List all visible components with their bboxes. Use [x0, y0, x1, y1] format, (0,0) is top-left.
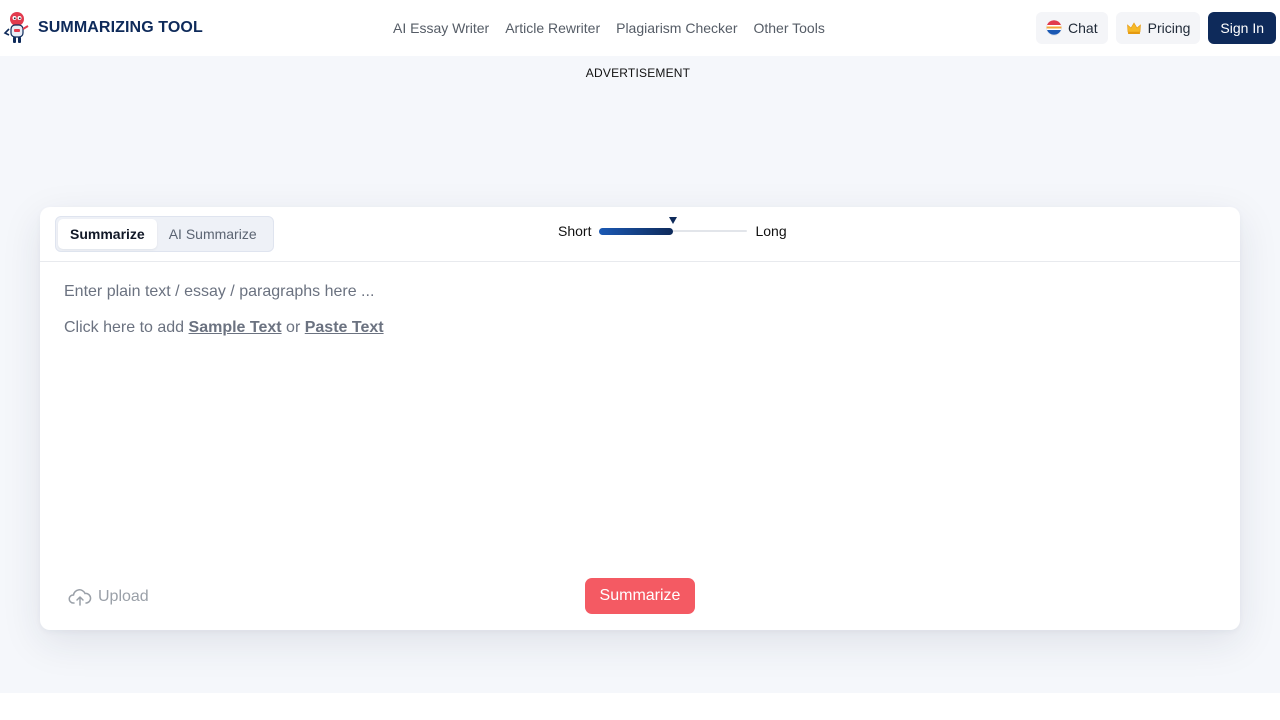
summarizer-card: Summarize AI Summarize Short Long Enter … — [40, 207, 1240, 630]
nav-other-tools[interactable]: Other Tools — [753, 16, 824, 40]
sample-prompt-prefix: Click here to add — [64, 319, 185, 336]
text-editor[interactable]: Enter plain text / essay / paragraphs he… — [64, 283, 1214, 337]
nav-plagiarism-checker[interactable]: Plagiarism Checker — [616, 16, 737, 40]
summary-length-control: Short Long — [558, 217, 787, 243]
signin-button[interactable]: Sign In — [1208, 12, 1276, 44]
editor-placeholder: Enter plain text / essay / paragraphs he… — [64, 283, 375, 300]
brand-logo[interactable]: SUMMARIZING TOOL — [2, 10, 203, 46]
footer-band — [0, 693, 1280, 720]
nav-ai-essay-writer[interactable]: AI Essay Writer — [393, 16, 489, 40]
logo-mascot-icon — [3, 12, 29, 43]
slider-fill — [599, 228, 674, 235]
length-short-label: Short — [558, 223, 592, 239]
length-slider[interactable] — [599, 217, 748, 241]
advertisement-label: ADVERTISEMENT — [585, 66, 691, 80]
top-header: SUMMARIZING TOOL AI Essay Writer Article… — [0, 0, 1280, 56]
chat-flag-icon — [1046, 20, 1062, 36]
slider-thumb[interactable] — [669, 217, 678, 224]
paste-text-link[interactable]: Paste Text — [305, 319, 384, 336]
sample-text-link[interactable]: Sample Text — [189, 319, 282, 336]
pricing-button[interactable]: Pricing — [1115, 12, 1201, 44]
main-nav: AI Essay Writer Article Rewriter Plagiar… — [393, 0, 825, 56]
summarize-button[interactable]: Summarize — [585, 578, 695, 614]
card-toolbar: Summarize AI Summarize Short Long — [40, 207, 1240, 262]
mode-tabs: Summarize AI Summarize — [55, 216, 274, 252]
upload-label: Upload — [98, 588, 149, 605]
pricing-label: Pricing — [1147, 20, 1191, 36]
tab-ai-summarize[interactable]: AI Summarize — [157, 219, 269, 249]
chat-button[interactable]: Chat — [1036, 12, 1108, 44]
upload-cloud-icon — [68, 589, 92, 606]
nav-article-rewriter[interactable]: Article Rewriter — [505, 16, 600, 40]
upload-button[interactable]: Upload — [68, 587, 149, 607]
crown-icon — [1126, 22, 1141, 34]
tab-summarize[interactable]: Summarize — [58, 219, 157, 249]
brand-name: SUMMARIZING TOOL — [38, 19, 203, 36]
chat-label: Chat — [1068, 20, 1098, 36]
sample-text-prompt: Click here to add Sample Text or Paste T… — [64, 319, 1214, 337]
header-actions: Chat Pricing Sign In — [1036, 12, 1276, 44]
length-long-label: Long — [755, 223, 787, 239]
sample-prompt-connector: or — [286, 319, 301, 336]
